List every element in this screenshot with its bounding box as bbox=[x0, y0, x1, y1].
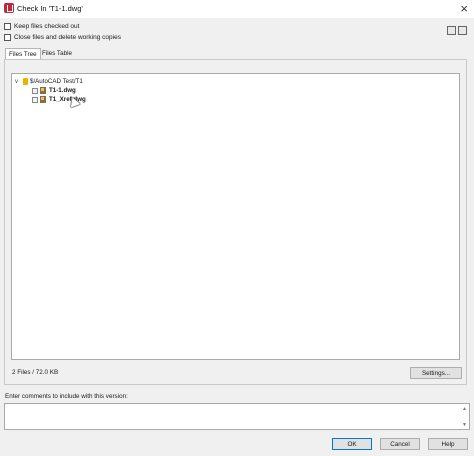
ok-button[interactable]: OK bbox=[332, 438, 372, 450]
close-and-delete-label: Close files and delete working copies bbox=[14, 33, 121, 41]
scroll-up-icon[interactable]: ▲ bbox=[462, 406, 467, 412]
tree-file-row[interactable]: T1-1.dwg bbox=[32, 86, 76, 95]
file-checkbox[interactable] bbox=[32, 96, 38, 103]
tree-root-row[interactable]: v $/AutoCAD Test/T1 bbox=[15, 77, 83, 86]
close-icon[interactable]: × bbox=[460, 1, 468, 17]
close-and-delete-option[interactable]: Close files and delete working copies bbox=[4, 32, 121, 42]
keep-checked-out-checkbox[interactable] bbox=[4, 22, 11, 30]
cancel-button[interactable]: Cancel bbox=[380, 438, 420, 450]
dwg-file-icon bbox=[40, 96, 46, 103]
settings-button[interactable]: Settings... bbox=[410, 367, 462, 379]
chevron-down-icon[interactable]: v bbox=[15, 79, 21, 85]
window-title: Check In 'T1-1.dwg' bbox=[17, 4, 83, 13]
info-icon[interactable] bbox=[458, 26, 467, 35]
dwg-file-icon bbox=[40, 87, 46, 94]
file-name: T1-1.dwg bbox=[49, 87, 76, 94]
help-button[interactable]: Help bbox=[428, 438, 468, 450]
title-bar: Check In 'T1-1.dwg' × bbox=[0, 0, 474, 18]
file-checkbox[interactable] bbox=[32, 87, 38, 94]
tab-files-table[interactable]: Files Table bbox=[39, 48, 75, 59]
comments-input[interactable]: ▲ ▼ bbox=[4, 403, 470, 430]
lock-icon bbox=[23, 78, 28, 85]
keep-checked-out-option[interactable]: Keep files checked out bbox=[4, 21, 79, 31]
app-icon bbox=[4, 3, 14, 13]
keep-checked-out-label: Keep files checked out bbox=[14, 22, 80, 30]
comments-label: Enter comments to include with this vers… bbox=[5, 393, 128, 400]
close-and-delete-checkbox[interactable] bbox=[4, 33, 11, 41]
scroll-down-icon[interactable]: ▼ bbox=[462, 422, 467, 428]
save-icon[interactable] bbox=[447, 26, 456, 35]
tree-root-label: $/AutoCAD Test/T1 bbox=[30, 78, 83, 85]
files-tree[interactable]: v $/AutoCAD Test/T1 T1-1.dwg T1_Xref.dwg bbox=[11, 73, 460, 360]
status-text: 2 Files / 72.0 KB bbox=[12, 369, 59, 376]
